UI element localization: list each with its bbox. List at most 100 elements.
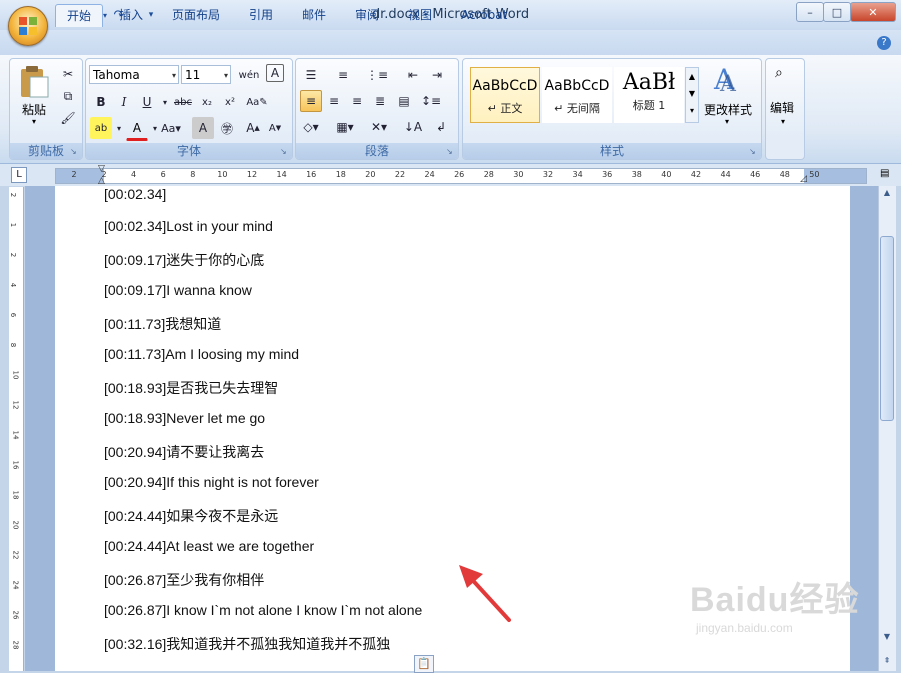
character-shading-icon[interactable]: A (192, 117, 214, 139)
copy-icon[interactable]: ⧉ (57, 85, 79, 107)
decrease-indent-icon[interactable]: ⇤ (402, 64, 424, 86)
first-line-indent-marker[interactable]: ▽ (98, 164, 105, 174)
cut-icon[interactable]: ✂ (57, 63, 79, 85)
change-case-icon[interactable]: Aa▾ (160, 117, 182, 139)
subscript-icon[interactable]: x₂ (196, 91, 218, 113)
scroll-up-icon[interactable]: ▲ (881, 188, 893, 200)
tab-view[interactable]: 视图 (397, 4, 443, 26)
ruler-mark: 2 (71, 170, 77, 179)
document-line[interactable]: [00:26.87]至少我有你相伴 (104, 570, 264, 590)
show-hide-marks-icon[interactable]: ↲ (430, 116, 452, 138)
chinese-layout-icon[interactable]: ✕▾ (368, 116, 390, 138)
left-indent-marker[interactable]: △ (98, 176, 105, 186)
document-line[interactable]: [00:02.34] (104, 186, 166, 202)
vertical-scrollbar[interactable]: ▲ ▼ ⇞ (878, 186, 896, 671)
tab-references[interactable]: 引用 (238, 4, 284, 26)
style-normal[interactable]: AaBbCcD ↵ 正文 (470, 67, 540, 123)
document-line[interactable]: [00:18.93]是否我已失去理智 (104, 378, 278, 398)
change-styles-button[interactable]: 更改样式 (704, 101, 752, 118)
line-spacing-icon[interactable]: ↕≡ (420, 90, 442, 112)
paste-icon[interactable] (18, 65, 52, 99)
increase-indent-icon[interactable]: ⇥ (426, 64, 448, 86)
phonetic-guide-icon[interactable]: wén (238, 64, 260, 86)
styles-group-label: 样式 (463, 143, 761, 159)
align-right-icon[interactable]: ≡ (346, 90, 368, 112)
superscript-icon[interactable]: x² (219, 91, 241, 113)
style-heading-1-sample: AaBł (622, 70, 676, 95)
character-border-icon[interactable]: A (266, 64, 284, 82)
document-line[interactable]: [00:20.94]If this night is not forever (104, 474, 319, 490)
tab-page-layout[interactable]: 页面布局 (161, 4, 231, 26)
help-icon[interactable]: ? (877, 36, 891, 50)
document-line[interactable]: [00:11.73]Am I loosing my mind (104, 346, 299, 362)
enclose-characters-icon[interactable]: ㊫ (216, 117, 238, 139)
font-size-combo[interactable]: 11 ▾ (181, 65, 231, 84)
ruler-mark: 34 (572, 170, 583, 179)
document-line[interactable]: [00:09.17]I wanna know (104, 282, 252, 298)
style-normal-label: ↵ 正文 (487, 102, 523, 115)
tab-mailings[interactable]: 邮件 (291, 4, 337, 26)
shrink-font-icon[interactable]: A ▼ (264, 117, 286, 139)
change-styles-icon[interactable]: AA (708, 63, 748, 97)
paste-options-icon[interactable]: 📋 (414, 655, 434, 673)
shading-icon[interactable]: ◇▾ (300, 116, 322, 138)
grow-font-icon[interactable]: A ▲ (242, 117, 264, 139)
document-line[interactable]: [00:11.73]我想知道 (104, 314, 221, 334)
document-line[interactable]: [00:24.44]如果今夜不是永远 (104, 506, 278, 526)
tab-home[interactable]: 开始 (55, 4, 104, 27)
minimize-button[interactable]: – (796, 2, 824, 22)
close-button[interactable]: ✕ (850, 2, 896, 22)
view-ruler-icon[interactable]: ▤ (880, 168, 892, 182)
sort-icon[interactable]: ↓A (402, 116, 424, 138)
format-painter-icon[interactable]: 🖌 (57, 107, 79, 129)
change-styles-dropdown-icon[interactable]: ▾ (725, 117, 729, 126)
document-line[interactable]: [00:26.87]I know I`m not alone I know I`… (104, 602, 422, 618)
office-button[interactable] (8, 6, 48, 46)
styles-scroll[interactable]: ▲ ▼ ▾ (685, 67, 699, 123)
align-center-icon[interactable]: ≡ (323, 90, 345, 112)
paste-button[interactable]: 粘贴 (22, 101, 46, 118)
style-heading-1[interactable]: AaBł 标题 1 (614, 67, 684, 123)
justify-icon[interactable]: ≣ (369, 90, 391, 112)
editing-dropdown-icon[interactable]: ▾ (781, 117, 785, 126)
font-name-combo[interactable]: Tahoma ▾ (89, 65, 179, 84)
paragraph-launcher-icon[interactable]: ↘ (446, 147, 456, 157)
font-launcher-icon[interactable]: ↘ (280, 147, 290, 157)
horizontal-ruler[interactable]: 2 2 4 6 8 10 12 14 16 18 20 22 24 26 28 30 32 34 36 38 40 42 4… (55, 168, 867, 184)
clear-formatting-icon[interactable]: Aa✎ (246, 91, 268, 113)
bold-icon[interactable]: B (90, 91, 112, 113)
document-line[interactable]: [00:18.93]Never let me go (104, 410, 265, 426)
font-name-dropdown-icon[interactable]: ▾ (172, 66, 176, 85)
scroll-down-icon[interactable]: ▼ (881, 632, 893, 644)
document-line[interactable]: [00:32.16]我知道我并不孤独我知道我并不孤独 (104, 634, 390, 654)
numbering-icon[interactable]: ≡ (332, 64, 354, 86)
style-no-spacing[interactable]: AaBbCcD ↵ 无间隔 (542, 67, 612, 123)
red-arrow-annotation (459, 565, 511, 622)
right-indent-marker[interactable]: ◿ (800, 174, 807, 184)
vertical-ruler[interactable]: 2 1 2 4 6 8 10 12 14 16 18 20 22 24 26 28 (9, 187, 24, 671)
font-size-dropdown-icon[interactable]: ▾ (224, 66, 228, 85)
styles-launcher-icon[interactable]: ↘ (749, 147, 759, 157)
tab-insert[interactable]: 插入 (108, 4, 154, 26)
clipboard-launcher-icon[interactable]: ↘ (70, 147, 80, 157)
italic-icon[interactable]: I (113, 91, 135, 113)
multilevel-list-icon[interactable]: ⋮≡ (366, 64, 388, 86)
borders-icon[interactable]: ▦▾ (334, 116, 356, 138)
previous-page-icon[interactable]: ⇞ (881, 656, 893, 668)
editing-button[interactable]: 编辑 (770, 99, 794, 116)
align-left-icon[interactable]: ≡ (300, 90, 322, 112)
tab-acrobat[interactable]: Acrobat (450, 4, 518, 26)
binoculars-icon[interactable]: ⌕ (775, 65, 795, 85)
tab-review[interactable]: 审阅 (344, 4, 390, 26)
document-line[interactable]: [00:02.34]Lost in your mind (104, 218, 273, 234)
distributed-icon[interactable]: ▤ (393, 90, 415, 112)
strikethrough-icon[interactable]: abc (172, 91, 194, 113)
scroll-thumb[interactable] (880, 236, 894, 421)
paste-dropdown-icon[interactable]: ▾ (32, 117, 36, 126)
maximize-button[interactable]: □ (823, 2, 851, 22)
document-line[interactable]: [00:24.44]At least we are together (104, 538, 314, 554)
document-line[interactable]: [00:20.94]请不要让我离去 (104, 442, 264, 462)
document-line[interactable]: [00:09.17]迷失于你的心底 (104, 250, 264, 270)
tab-selector-icon[interactable]: L (11, 167, 27, 183)
bullets-icon[interactable]: ☰ (300, 64, 322, 86)
